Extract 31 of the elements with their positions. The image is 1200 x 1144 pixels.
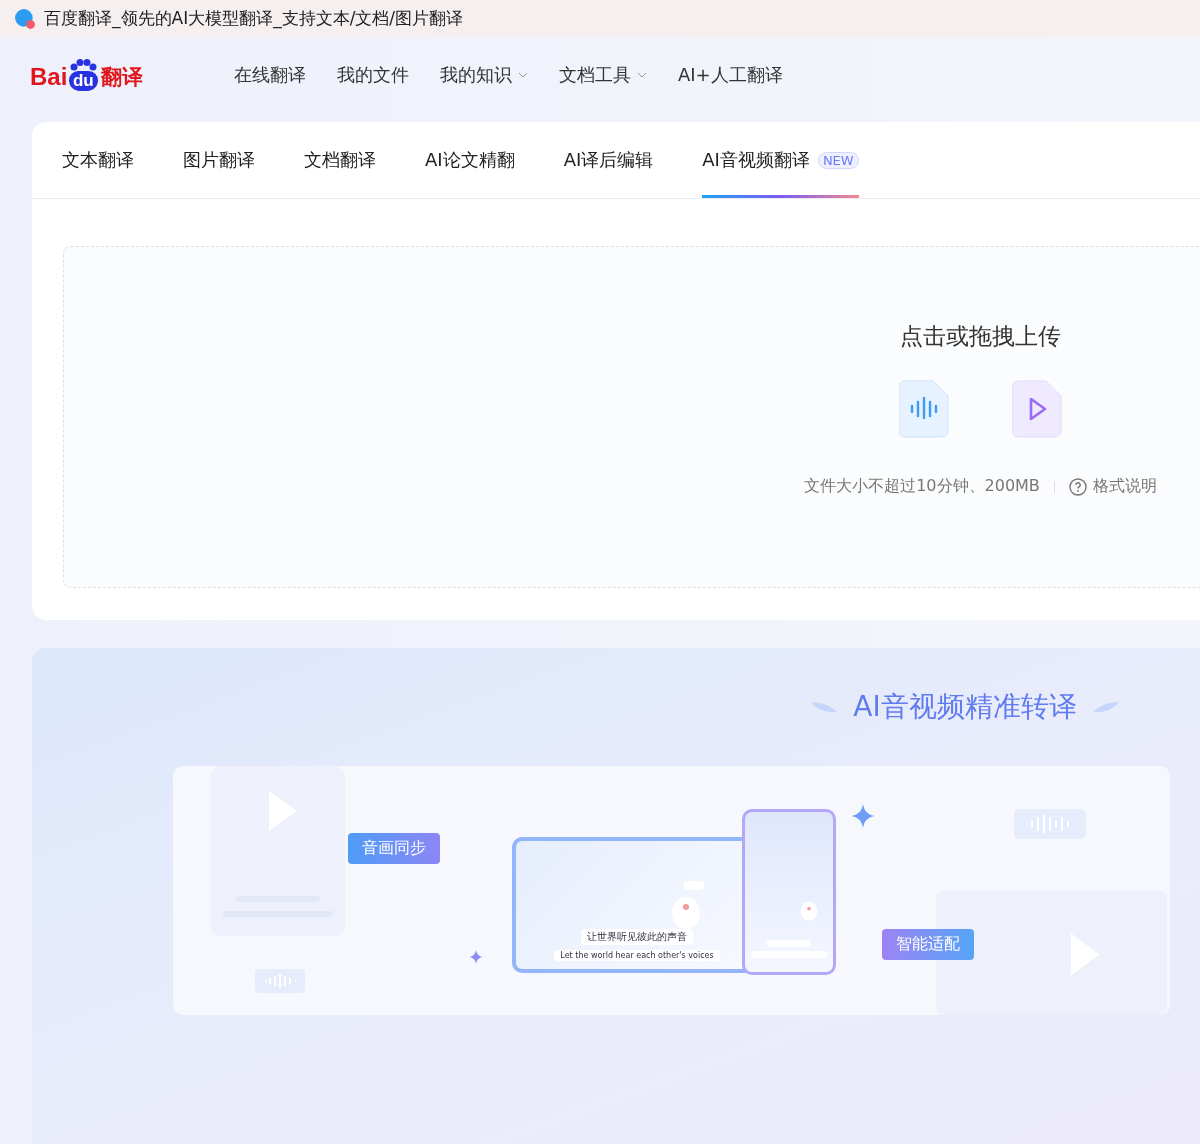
promo-heading: AI音视频精准转译 <box>853 689 1077 725</box>
tab[interactable]: AI音视频翻译 NEW <box>702 122 859 198</box>
logo[interactable]: Bai du 翻译 <box>30 58 200 91</box>
sparkle-icon <box>851 804 875 828</box>
help-icon <box>1068 477 1087 496</box>
tab[interactable]: AI译后编辑 <box>563 122 654 198</box>
size-limit-text: 文件大小不超过10分钟、200MB <box>804 476 1040 497</box>
nav-link[interactable]: AI+人工翻译 <box>678 62 783 87</box>
subtitle-text: 让世界听见彼此的声音 <box>581 929 693 945</box>
upload-dropzone[interactable]: 点击或拖拽上传 文件大小不超过10分钟、200MB 格式说明 <box>63 246 1200 588</box>
tab[interactable]: 文本翻译 <box>62 122 134 198</box>
tab[interactable]: 图片翻译 <box>183 122 255 198</box>
tab[interactable]: AI论文精翻 <box>425 122 515 198</box>
nav-link[interactable]: 文档工具 <box>559 62 647 87</box>
waveform-icon <box>1014 809 1086 839</box>
tab[interactable]: 文档翻译 <box>304 122 376 198</box>
feature-tag: 智能适配 <box>882 929 974 960</box>
upload-title: 点击或拖拽上传 <box>900 322 1061 351</box>
sparkle-icon <box>469 950 483 964</box>
nav-link[interactable]: 我的文件 <box>337 62 409 87</box>
audio-file-icon <box>899 380 949 438</box>
format-help-link[interactable]: 格式说明 <box>1068 476 1157 497</box>
window-title: 百度翻译_领先的AI大模型翻译_支持文本/文档/图片翻译 <box>44 7 464 30</box>
video-file-icon <box>1012 380 1062 438</box>
feature-tag: 音画同步 <box>348 833 440 864</box>
new-badge: NEW <box>817 151 859 169</box>
nav-link[interactable]: 在线翻译 <box>234 62 306 87</box>
nav-link[interactable]: 我的知识 <box>440 62 528 87</box>
subtitle-text: Let the world hear each other's voices <box>554 950 720 961</box>
waveform-icon <box>255 969 305 993</box>
app-icon <box>14 7 36 30</box>
